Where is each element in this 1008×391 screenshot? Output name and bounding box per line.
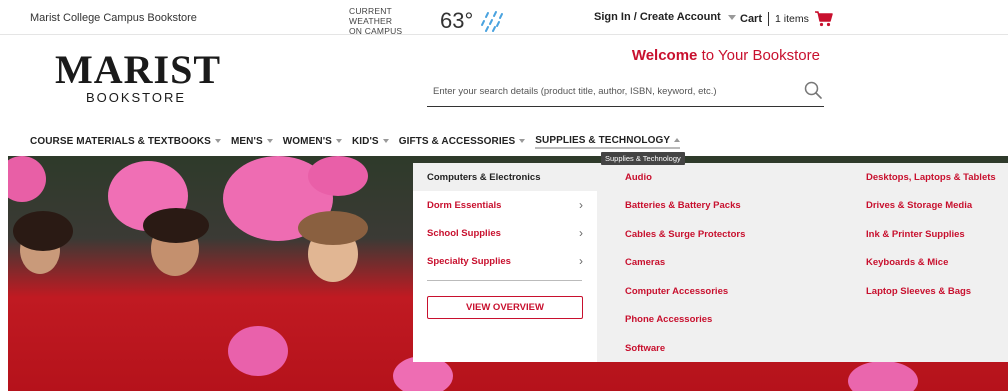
pom-pom: [228, 326, 288, 376]
menu-category-label: School Supplies: [427, 227, 501, 239]
menu-category-school-supplies[interactable]: School Supplies ›: [413, 219, 597, 247]
cart-count: 1 items: [775, 13, 809, 25]
nav-mens[interactable]: MEN'S: [231, 133, 273, 149]
weather-label: CURRENT WEATHER ON CAMPUS: [349, 6, 437, 36]
menu-link-cables[interactable]: Cables & Surge Protectors: [625, 229, 745, 240]
rain-icon: [481, 11, 504, 32]
hair: [143, 208, 209, 243]
nav-label: WOMEN'S: [282, 135, 332, 147]
view-overview-button[interactable]: VIEW OVERVIEW: [427, 296, 583, 319]
mega-menu-links: Audio Batteries & Battery Packs Cables &…: [597, 163, 1008, 362]
chevron-down-icon: [519, 139, 526, 143]
menu-link-keyboards-mice[interactable]: Keyboards & Mice: [866, 257, 948, 268]
menu-category-computers-electronics[interactable]: Computers & Electronics: [413, 163, 597, 191]
nav-kids[interactable]: KID'S: [352, 133, 389, 149]
main-nav: COURSE MATERIALS & TEXTBOOKS MEN'S WOMEN…: [30, 133, 690, 149]
nav-tooltip: Supplies & Technology: [601, 152, 685, 165]
search-icon[interactable]: [804, 81, 822, 99]
menu-category-specialty-supplies[interactable]: Specialty Supplies ›: [413, 247, 597, 275]
menu-category-label: Dorm Essentials: [427, 199, 502, 211]
nav-label: KID'S: [351, 135, 379, 147]
nav-supplies-technology[interactable]: SUPPLIES & TECHNOLOGY: [535, 133, 681, 149]
hair: [298, 211, 368, 245]
sign-in-link[interactable]: Sign In / Create Account: [594, 11, 736, 23]
pom-pom: [308, 156, 368, 196]
weather-widget: CURRENT WEATHER ON CAMPUS 63°: [349, 6, 505, 36]
chevron-right-icon: ›: [579, 198, 583, 212]
welcome-message: Welcome to Your Bookstore: [632, 47, 820, 64]
nav-gifts-accessories[interactable]: GIFTS & ACCESSORIES: [399, 133, 526, 149]
menu-link-ink-printer[interactable]: Ink & Printer Supplies: [866, 229, 965, 240]
menu-link-desktops-laptops-tablets[interactable]: Desktops, Laptops & Tablets: [866, 172, 996, 183]
logo-sub-text: BOOKSTORE: [85, 90, 187, 105]
pom-pom: [848, 361, 918, 391]
weather-temperature: 63°: [440, 8, 474, 33]
chevron-right-icon: ›: [579, 254, 583, 268]
mega-menu-categories: Computers & Electronics Dorm Essentials …: [413, 163, 597, 362]
menu-category-label: Specialty Supplies: [427, 255, 511, 267]
menu-category-label: Computers & Electronics: [427, 171, 541, 183]
menu-link-software[interactable]: Software: [625, 343, 665, 354]
menu-link-cameras[interactable]: Cameras: [625, 257, 665, 268]
hair: [13, 211, 73, 251]
menu-link-batteries[interactable]: Batteries & Battery Packs: [625, 200, 741, 211]
chevron-up-icon: [674, 138, 681, 142]
cart-divider: [768, 12, 770, 26]
menu-link-audio[interactable]: Audio: [625, 172, 652, 183]
sign-in-label: Sign In / Create Account: [594, 11, 721, 23]
nav-course-materials[interactable]: COURSE MATERIALS & TEXTBOOKS: [30, 133, 221, 149]
nav-label: SUPPLIES & TECHNOLOGY: [535, 134, 671, 146]
nav-label: MEN'S: [230, 135, 263, 147]
cart-label: Cart: [740, 13, 763, 25]
chevron-down-icon: [382, 139, 389, 143]
welcome-rest: to Your Bookstore: [697, 47, 820, 64]
chevron-down-icon: [335, 139, 342, 143]
chevron-down-icon: [214, 139, 221, 143]
nav-womens[interactable]: WOMEN'S: [283, 133, 342, 149]
menu-link-laptop-sleeves[interactable]: Laptop Sleeves & Bags: [866, 286, 971, 297]
search-bar: [427, 76, 824, 107]
weather-label-line2: ON CAMPUS: [349, 26, 403, 36]
chevron-down-icon: [266, 139, 273, 143]
store-name: Marist College Campus Bookstore: [30, 12, 197, 24]
pom-pom: [8, 156, 46, 202]
menu-link-phone-accessories[interactable]: Phone Accessories: [625, 314, 712, 325]
menu-divider: [427, 280, 582, 281]
cart-link[interactable]: Cart 1 items: [740, 11, 833, 27]
cart-icon: [814, 11, 833, 27]
logo-main-text: MARIST: [55, 47, 222, 92]
chevron-down-icon: [727, 14, 736, 20]
welcome-bold: Welcome: [631, 47, 698, 64]
menu-link-computer-accessories[interactable]: Computer Accessories: [625, 286, 728, 297]
nav-label: GIFTS & ACCESSORIES: [398, 135, 516, 147]
chevron-right-icon: ›: [579, 226, 583, 240]
search-input[interactable]: [433, 82, 793, 100]
menu-link-drives-storage[interactable]: Drives & Storage Media: [866, 200, 972, 211]
top-utility-bar: Marist College Campus Bookstore CURRENT …: [0, 0, 1008, 36]
nav-label: COURSE MATERIALS & TEXTBOOKS: [30, 135, 211, 147]
menu-category-dorm-essentials[interactable]: Dorm Essentials ›: [413, 191, 597, 219]
bookstore-logo[interactable]: MARIST BOOKSTORE: [55, 47, 222, 106]
weather-label-line1: CURRENT WEATHER: [349, 6, 393, 26]
